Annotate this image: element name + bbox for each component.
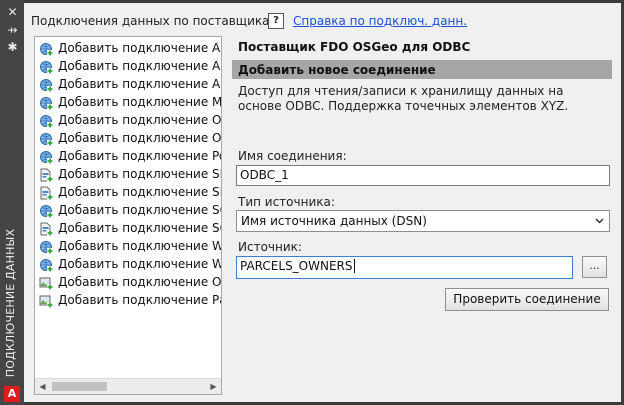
test-connection-button[interactable]: Проверить соединение [445, 288, 609, 311]
globe-plus-icon [39, 204, 53, 218]
palette-vertical-title: ПОДКЛЮЧЕНИЕ ДАННЫХ [4, 228, 17, 378]
list-item-label: Добавить подключение SQL [58, 203, 221, 217]
list-item-label: Добавить подключение SQLi [58, 221, 221, 235]
list-item[interactable]: Добавить подключение SDF [35, 166, 221, 184]
palette-title-bar: ✕ ⇸ ✱ ПОДКЛЮЧЕНИЕ ДАННЫХ A [0, 0, 24, 405]
provider-title: Поставщик FDO OSGeo для ODBC [238, 40, 471, 54]
source-label: Источник: [238, 240, 302, 254]
source-type-label: Тип источника: [238, 195, 335, 209]
list-item[interactable]: Добавить подключение SQL [35, 202, 221, 220]
list-item-label: Добавить подключение MyS [58, 95, 221, 109]
source-type-value: Имя источника данных (DSN) [241, 214, 427, 228]
list-item-label: Добавить подключение Orac [58, 131, 221, 145]
list-item[interactable]: Добавить подключение MyS [35, 94, 221, 112]
source-input-value: PARCELS_OWNERS [240, 259, 353, 273]
list-item[interactable]: Добавить подключение ArcS [35, 76, 221, 94]
list-title: Подключения данных по поставщикам [31, 14, 279, 28]
raster-plus-icon [39, 294, 53, 308]
data-connect-panel: Подключения данных по поставщикам ? Спра… [24, 3, 621, 402]
autocad-logo-icon: A [4, 386, 20, 402]
auto-hide-icon[interactable]: ⇸ [6, 24, 19, 37]
list-item[interactable]: Добавить подключение ODB [35, 112, 221, 130]
file-plus-icon [39, 168, 53, 182]
scroll-right-icon[interactable]: ▶ [206, 379, 221, 394]
list-item-label: Добавить подключение Postg [58, 149, 221, 163]
browse-button[interactable]: ... [582, 256, 607, 278]
list-item-label: Добавить подключение ArcS [58, 77, 221, 91]
list-item[interactable]: Добавить подключение SQLi [35, 220, 221, 238]
scroll-thumb[interactable] [52, 382, 107, 391]
list-item-label: Добавить подключение WFS [58, 239, 221, 253]
list-item-label: Добавить подключение ArcG [58, 41, 221, 55]
list-item[interactable]: Добавить подключение Orac [35, 130, 221, 148]
help-link[interactable]: Справка по подключ. данн. [293, 14, 467, 28]
provider-list[interactable]: Добавить подключение ArcG Добавить подклю… [34, 36, 222, 395]
globe-plus-icon [39, 240, 53, 254]
section-header: Добавить новое соединение [232, 60, 612, 79]
list-item[interactable]: Добавить подключение Раст [35, 292, 221, 310]
list-item-label: Добавить подключение ArcG [58, 59, 221, 73]
horizontal-scrollbar[interactable]: ◀ ▶ [35, 378, 221, 394]
source-type-select[interactable]: Имя источника данных (DSN) [236, 210, 610, 232]
chevron-down-icon [595, 218, 604, 224]
list-item-label: Добавить подключение WMS [58, 257, 221, 271]
source-input[interactable]: PARCELS_OWNERS [236, 256, 573, 279]
scroll-left-icon[interactable]: ◀ [35, 379, 50, 394]
globe-plus-icon [39, 150, 53, 164]
list-item[interactable]: Добавить подключение WFS [35, 238, 221, 256]
globe-plus-icon [39, 258, 53, 272]
list-item-label: Добавить подключение ODB [58, 113, 221, 127]
list-item[interactable]: Добавить подключение WMS [35, 256, 221, 274]
list-item-label: Добавить подключение SDF [58, 167, 221, 181]
list-item-label: Добавить подключение Раст [58, 293, 221, 307]
list-item[interactable]: Добавить подключение ArcG [35, 40, 221, 58]
list-item[interactable]: Добавить подключение Postg [35, 148, 221, 166]
raster-plus-icon [39, 276, 53, 290]
list-item-label: Добавить подключение SHP [58, 185, 221, 199]
file-plus-icon [39, 186, 53, 200]
connection-name-input[interactable]: ODBC_1 [236, 165, 610, 186]
list-item[interactable]: Добавить подключение Отра [35, 274, 221, 292]
section-title: Добавить новое соединение [238, 63, 436, 77]
list-item[interactable]: Добавить подключение SHP [35, 184, 221, 202]
list-item[interactable]: Добавить подключение ArcG [35, 58, 221, 76]
help-icon[interactable]: ? [268, 13, 284, 29]
list-item-label: Добавить подключение Отра [58, 275, 221, 289]
connection-name-label: Имя соединения: [238, 149, 347, 163]
globe-plus-icon [39, 42, 53, 56]
provider-description: Доступ для чтения/записи к хранилищу дан… [238, 84, 569, 113]
globe-plus-icon [39, 96, 53, 110]
file-plus-icon [39, 222, 53, 236]
properties-gear-icon[interactable]: ✱ [6, 41, 19, 54]
globe-plus-icon [39, 78, 53, 92]
globe-plus-icon [39, 60, 53, 74]
globe-plus-icon [39, 132, 53, 146]
close-icon[interactable]: ✕ [6, 6, 19, 19]
globe-plus-icon [39, 114, 53, 128]
